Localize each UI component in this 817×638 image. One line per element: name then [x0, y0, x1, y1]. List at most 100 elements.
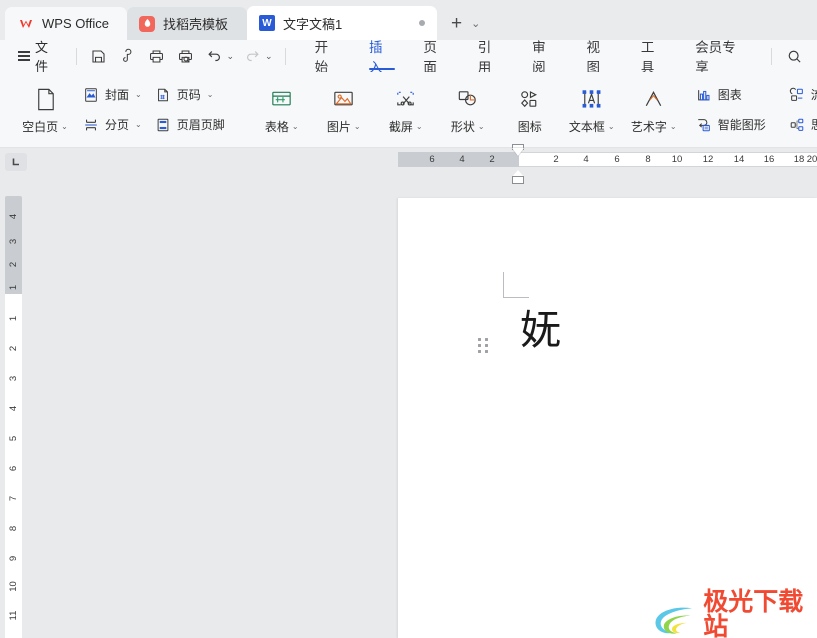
blank-page-button[interactable]: 空白页 ⌄ [14, 79, 76, 141]
chevron-down-icon[interactable]: ⌄ [207, 90, 214, 99]
vertical-ruler[interactable]: 4 3 2 1 1 2 3 4 5 6 7 8 9 10 11 12 13 14… [5, 196, 22, 638]
chevron-down-icon[interactable]: ⌄ [292, 122, 299, 131]
textbox-button[interactable]: 文本框 ⌄ [561, 79, 623, 141]
tab-document-1[interactable]: W 文字文稿1 [247, 6, 437, 40]
tab-close-dot-icon[interactable] [419, 20, 425, 26]
screenshot-button[interactable]: 截屏 ⌄ [375, 79, 437, 141]
print-preview-icon[interactable] [172, 44, 198, 68]
mindmap-label: 思维导图 [810, 118, 817, 132]
tab-reference[interactable]: 引用 [464, 40, 518, 75]
textbox-icon [579, 85, 604, 115]
chevron-down-icon[interactable]: ⌄ [416, 122, 423, 131]
chevron-down-icon[interactable]: ⌄ [135, 90, 142, 99]
chevron-down-icon[interactable]: ⌄ [478, 122, 485, 131]
chart-button[interactable]: 图表 [689, 82, 772, 108]
chevron-down-icon[interactable]: ⌄ [135, 120, 142, 129]
ruler-tick: 16 [763, 154, 775, 165]
picture-button[interactable]: 图片 ⌄ [313, 79, 375, 141]
cloud-share-icon[interactable] [114, 44, 140, 68]
tab-label-template: 找稻壳模板 [163, 17, 229, 32]
document-text[interactable]: 妩 [520, 310, 561, 351]
tab-stop-left-icon[interactable] [5, 153, 27, 171]
menu-bar: 文件 ⌄ ⌄ 开始 插入 页面 引用 审阅 视图 工具 会员专享 [0, 40, 817, 75]
first-line-indent-marker-tip[interactable] [512, 148, 524, 156]
vruler-tick: 3 [8, 238, 19, 245]
tab-member-exclusive[interactable]: 会员专享 [681, 40, 762, 75]
chevron-down-icon[interactable]: ⌄ [354, 122, 361, 131]
tab-view[interactable]: 视图 [572, 40, 626, 75]
flowchart-icon [788, 86, 806, 104]
paragraph-drag-handle[interactable] [478, 338, 489, 354]
wordart-icon [641, 85, 666, 115]
wps-logo-icon [17, 15, 34, 32]
search-icon[interactable] [781, 44, 807, 68]
chevron-down-icon[interactable]: ⌄ [468, 17, 483, 30]
divider [284, 47, 286, 65]
page-break-icon [82, 116, 100, 134]
cover-page-label: 封面 [105, 88, 130, 102]
ruler-tick: 10 [671, 154, 683, 165]
charts-column-2: 流程图 ⌄ 思维导图 ⌄ [782, 79, 817, 141]
wps-writer-window: WPS Office 找稻壳模板 W 文字文稿1 + ⌄ 文件 ⌄ ⌄ 开始 插… [0, 0, 817, 638]
watermark-text: 极光下载站 www.xz7.com [703, 589, 817, 638]
ribbon-insert-panel: 空白页 ⌄ 封面 ⌄ 分页 ⌄ 页码 ⌄ 页眉页脚 表格 ⌄ 图片 ⌄ 截屏 ⌄… [0, 72, 817, 148]
aurora-swoosh-logo [655, 607, 693, 634]
table-label: 表格 ⌄ [264, 119, 299, 134]
tab-page[interactable]: 页面 [409, 40, 463, 75]
vruler-tick: 4 [8, 213, 19, 220]
new-tab-button[interactable]: + [447, 14, 466, 33]
print-icon[interactable] [143, 44, 169, 68]
redo-dropdown-caret-icon[interactable]: ⌄ [265, 51, 276, 62]
smartart-button[interactable]: 智能图形 [689, 112, 772, 138]
tab-review[interactable]: 审阅 [518, 40, 572, 75]
mindmap-icon [788, 116, 806, 134]
table-button[interactable]: 表格 ⌄ [251, 79, 313, 141]
quick-access-toolbar: ⌄ ⌄ [85, 44, 275, 68]
header-footer-label: 页眉页脚 [176, 118, 225, 132]
page-number-button[interactable]: 页码 ⌄ [148, 82, 231, 108]
vruler-tick: 5 [8, 435, 19, 442]
tab-label-document: 文字文稿1 [283, 16, 343, 32]
horizontal-ruler[interactable]: 6 4 2 2 4 6 8 10 12 14 16 18 20 [0, 144, 817, 184]
shapes-button[interactable]: 形状 ⌄ [437, 79, 499, 141]
wordart-button[interactable]: 艺术字 ⌄ [623, 79, 685, 141]
vruler-tick: 11 [8, 610, 19, 621]
divider [771, 47, 772, 65]
save-icon[interactable] [85, 44, 111, 68]
flowchart-label: 流程图 [810, 88, 817, 102]
cover-page-icon [82, 86, 100, 104]
chevron-down-icon[interactable]: ⌄ [61, 122, 68, 131]
tab-template-store[interactable]: 找稻壳模板 [127, 7, 247, 40]
ribbon-tab-bar: 开始 插入 页面 引用 审阅 视图 工具 会员专享 [301, 40, 762, 75]
screenshot-icon [393, 85, 418, 115]
hamburger-icon [18, 51, 30, 61]
picture-icon [331, 85, 356, 115]
tab-insert[interactable]: 插入 [355, 40, 409, 75]
blank-page-icon [32, 85, 59, 115]
page-break-button[interactable]: 分页 ⌄ [76, 112, 148, 138]
vruler-tick: 9 [8, 555, 19, 562]
tab-tools[interactable]: 工具 [627, 40, 681, 75]
document-page[interactable]: 妩 [398, 198, 817, 638]
cover-page-button[interactable]: 封面 ⌄ [76, 82, 148, 108]
ruler-tick: 6 [429, 154, 435, 165]
vruler-tick: 10 [8, 581, 19, 592]
page-number-label: 页码 [176, 88, 201, 102]
vruler-tick: 2 [8, 261, 19, 268]
vruler-tick: 6 [8, 465, 19, 472]
mindmap-button[interactable]: 思维导图 ⌄ [782, 112, 817, 138]
undo-dropdown-caret-icon[interactable]: ⌄ [226, 51, 237, 62]
tab-label-home: WPS Office [42, 16, 109, 31]
flowchart-button[interactable]: 流程图 ⌄ [782, 82, 817, 108]
redo-icon[interactable] [240, 44, 266, 68]
left-indent-marker[interactable] [512, 176, 524, 184]
screenshot-label: 截屏 ⌄ [388, 119, 423, 134]
chevron-down-icon[interactable]: ⌄ [608, 122, 615, 131]
header-footer-button[interactable]: 页眉页脚 [148, 112, 231, 138]
undo-icon[interactable] [201, 44, 227, 68]
vruler-tick: 1 [8, 315, 19, 322]
icons-button[interactable]: 图标 [499, 79, 561, 141]
chevron-down-icon[interactable]: ⌄ [670, 122, 677, 131]
ruler-tick: 4 [583, 154, 589, 165]
tab-start[interactable]: 开始 [301, 40, 355, 75]
